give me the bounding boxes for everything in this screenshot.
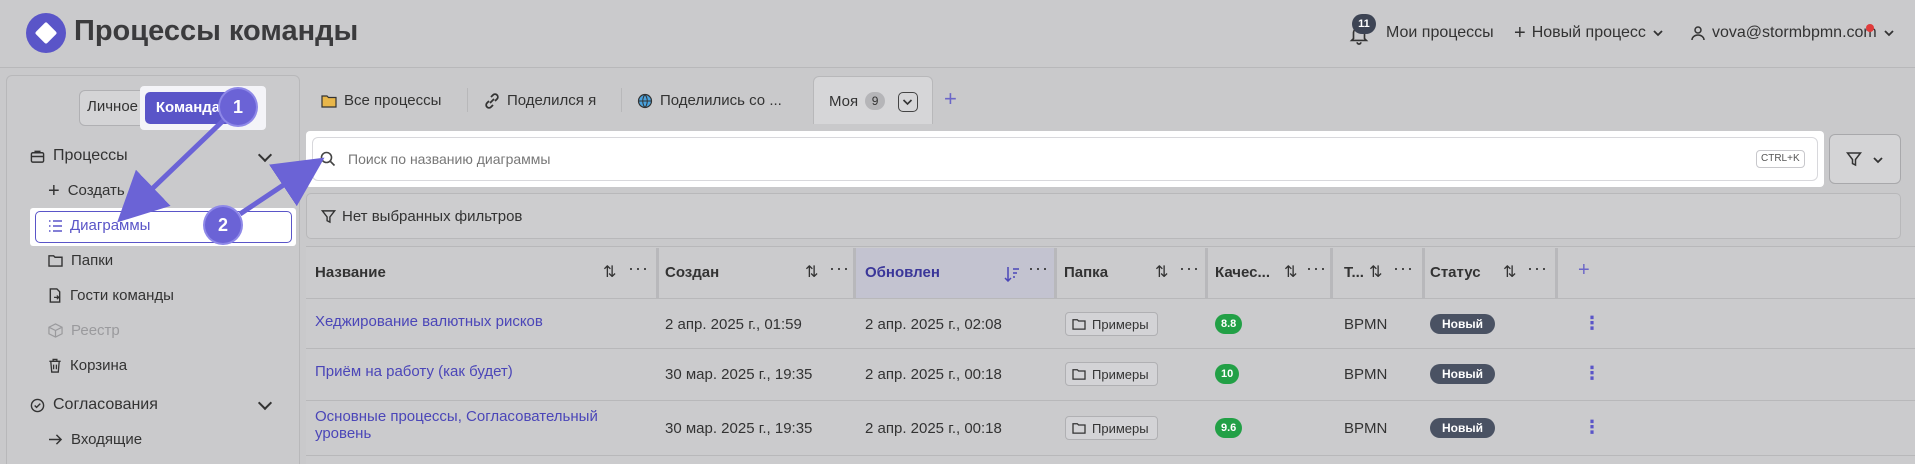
arrow-1 bbox=[117, 114, 230, 223]
callout-badge: 2 bbox=[205, 207, 241, 243]
arrow-2 bbox=[238, 157, 325, 217]
annotation-arrows bbox=[117, 114, 325, 223]
callout-badge: 1 bbox=[220, 89, 256, 125]
